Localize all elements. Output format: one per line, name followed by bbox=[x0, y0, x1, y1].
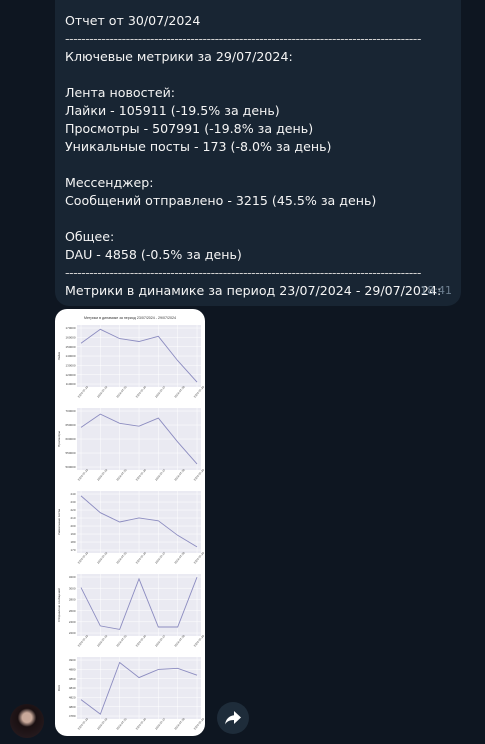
unique-posts-line: Уникальные посты - 173 (-8.0% за день) bbox=[65, 139, 332, 154]
y-tick-label: 4880 bbox=[69, 668, 76, 672]
y-tick-label: 550000 bbox=[65, 451, 75, 455]
y-axis-label: Просмотры bbox=[57, 431, 61, 447]
metrics-figure: Метрики в динамике за период 23/07/2024 … bbox=[57, 316, 205, 731]
dynamics-header: Метрики в динамике за период 23/07/2024 … bbox=[65, 283, 442, 298]
figure-title: Метрики в динамике за период 23/07/2024 … bbox=[84, 316, 176, 320]
views-line: Просмотры - 507991 (-19.8% за день) bbox=[65, 121, 314, 136]
y-tick-label: 160000 bbox=[65, 336, 75, 340]
y-axis-label: Отправлено сообщений bbox=[57, 588, 61, 622]
messages-sent-line: Сообщений отправлено - 3215 (45.5% за де… bbox=[65, 193, 377, 208]
message-bubble: Отчет от 30/07/2024 --------------------… bbox=[55, 0, 461, 306]
y-tick-label: 3200 bbox=[69, 575, 76, 579]
message-time: 18:41 bbox=[420, 284, 452, 297]
avatar[interactable] bbox=[10, 704, 44, 738]
y-tick-label: 600000 bbox=[65, 437, 75, 441]
y-tick-label: 4780 bbox=[69, 714, 76, 718]
general-header: Общее: bbox=[65, 229, 115, 244]
y-tick-label: 4860 bbox=[69, 677, 76, 681]
y-axis-label: Лайки bbox=[57, 352, 61, 361]
y-tick-label: 2400 bbox=[69, 620, 76, 624]
y-tick-label: 150000 bbox=[65, 345, 75, 349]
y-tick-label: 4800 bbox=[69, 705, 76, 709]
y-tick-label: 650000 bbox=[65, 423, 75, 427]
y-tick-label: 220 bbox=[70, 508, 75, 512]
chart-image[interactable]: Метрики в динамике за период 23/07/2024 … bbox=[55, 309, 205, 736]
y-axis-label: Уникальные посты bbox=[57, 509, 61, 535]
share-icon bbox=[225, 711, 241, 725]
y-tick-label: 3000 bbox=[69, 586, 76, 590]
y-tick-label: 170 bbox=[70, 548, 75, 552]
y-tick-label: 120000 bbox=[65, 373, 75, 377]
y-tick-label: 4820 bbox=[69, 696, 76, 700]
y-tick-label: 190 bbox=[70, 532, 75, 536]
y-axis-label: DAU bbox=[57, 685, 61, 691]
y-tick-label: 180 bbox=[70, 540, 75, 544]
messenger-header: Мессенджер: bbox=[65, 175, 154, 190]
y-tick-label: 170000 bbox=[65, 326, 75, 330]
y-tick-label: 2200 bbox=[69, 631, 76, 635]
y-tick-label: 230 bbox=[70, 500, 75, 504]
dau-line: DAU - 4858 (-0.5% за день) bbox=[65, 247, 242, 262]
y-tick-label: 110000 bbox=[66, 382, 76, 386]
y-tick-label: 2600 bbox=[69, 609, 76, 613]
share-button[interactable] bbox=[217, 702, 249, 734]
y-tick-label: 4840 bbox=[69, 686, 76, 690]
divider: ----------------------------------------… bbox=[65, 31, 421, 46]
report-title: Отчет от 30/07/2024 bbox=[65, 13, 201, 28]
likes-line: Лайки - 105911 (-19.5% за день) bbox=[65, 103, 280, 118]
y-tick-label: 200 bbox=[70, 524, 75, 528]
feed-header: Лента новостей: bbox=[65, 85, 176, 100]
y-tick-label: 500000 bbox=[65, 465, 75, 469]
y-tick-label: 130000 bbox=[65, 364, 75, 368]
y-tick-label: 700000 bbox=[65, 409, 75, 413]
y-tick-label: 210 bbox=[70, 516, 75, 520]
y-tick-label: 240 bbox=[70, 492, 75, 496]
key-metrics-header: Ключевые метрики за 29/07/2024: bbox=[65, 49, 293, 64]
y-tick-label: 4900 bbox=[69, 658, 76, 662]
y-tick-label: 140000 bbox=[65, 354, 75, 358]
y-tick-label: 2800 bbox=[69, 598, 76, 602]
divider: ----------------------------------------… bbox=[65, 265, 421, 280]
